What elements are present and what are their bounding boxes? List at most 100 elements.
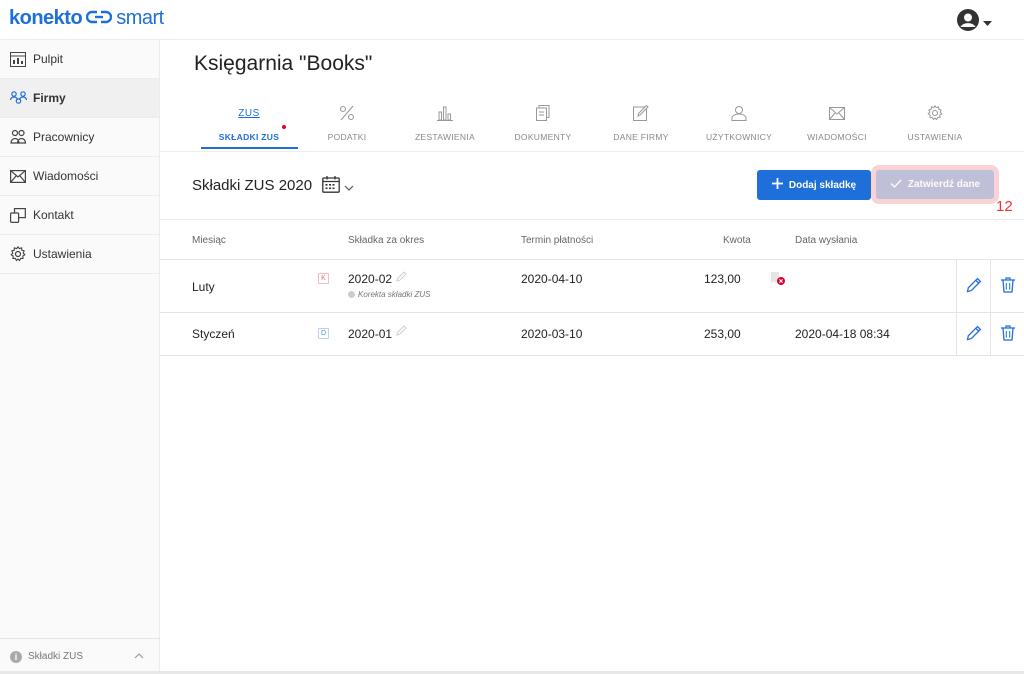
sidebar: Pulpit Firmy Pracownicy Wiadomości Konta… bbox=[0, 40, 160, 674]
check-icon bbox=[890, 179, 902, 191]
cell-month: Styczeń bbox=[192, 327, 235, 341]
sidebar-item-firmy[interactable]: Firmy bbox=[0, 79, 159, 118]
cell-sent: 2020-04-18 08:34 bbox=[795, 327, 890, 341]
chevron-down-icon bbox=[344, 178, 354, 196]
caret-down-icon bbox=[983, 14, 992, 32]
correction-note: Korekta składki ZUS bbox=[348, 290, 430, 299]
notification-dot bbox=[282, 125, 286, 129]
tab-label: PODATKI bbox=[327, 132, 367, 142]
cell-due: 2020-03-10 bbox=[521, 327, 583, 341]
mail-icon bbox=[788, 103, 886, 123]
column-header-sent[interactable]: Data wysłania bbox=[795, 235, 857, 246]
tab-dane-firmy[interactable]: DANE FIRMY bbox=[592, 100, 690, 151]
edit-row-button[interactable] bbox=[956, 260, 990, 312]
sidebar-item-label: Firmy bbox=[33, 91, 66, 105]
tab-label: SKŁADKI ZUS bbox=[218, 132, 280, 142]
user-menu[interactable] bbox=[956, 8, 992, 37]
user-icon bbox=[690, 103, 788, 123]
note-text: Korekta składki ZUS bbox=[358, 290, 431, 299]
tab-wiadomosci[interactable]: WIADOMOŚCI bbox=[788, 100, 886, 151]
edit-row-button[interactable] bbox=[956, 313, 990, 355]
confirm-data-button[interactable]: Zatwierdź dane bbox=[876, 170, 994, 199]
sidebar-footer[interactable]: i Składki ZUS bbox=[0, 638, 160, 674]
page-title: Księgarnia "Books" bbox=[194, 52, 373, 75]
cell-amount: 253,00 bbox=[704, 327, 741, 341]
percent-icon bbox=[298, 103, 396, 123]
tab-label: DOKUMENTY bbox=[514, 132, 572, 142]
not-sent-icon bbox=[770, 271, 788, 290]
info-icon: i bbox=[10, 650, 22, 663]
edit-icon bbox=[592, 103, 690, 123]
plus-icon bbox=[771, 178, 783, 192]
sidebar-item-label: Pulpit bbox=[33, 52, 64, 66]
sidebar-item-label: Wiadomości bbox=[33, 169, 99, 183]
column-header-month[interactable]: Miesiąc bbox=[192, 235, 226, 246]
pencil-icon bbox=[966, 277, 982, 296]
pencil-icon[interactable] bbox=[396, 271, 407, 285]
sidebar-item-ustawienia[interactable]: Ustawienia bbox=[0, 235, 159, 274]
table-row[interactable]: Styczeń D 2020-01 2020-03-10 253,00 2020… bbox=[160, 313, 1024, 356]
calendar-icon bbox=[322, 176, 340, 198]
tab-bar: ZUS SKŁADKI ZUS PODATKI ZESTAWIENIA DOKU… bbox=[200, 100, 984, 151]
sidebar-item-label: Pracownicy bbox=[33, 130, 95, 144]
tab-uzytkownicy[interactable]: UŻYTKOWNICY bbox=[690, 100, 788, 151]
gear-icon bbox=[9, 245, 27, 263]
gear-icon bbox=[886, 103, 984, 123]
trash-icon bbox=[1000, 324, 1015, 344]
sidebar-item-wiadomosci[interactable]: Wiadomości bbox=[0, 157, 159, 196]
column-header-period[interactable]: Składka za okres bbox=[348, 235, 424, 246]
cell-due: 2020-04-10 bbox=[521, 272, 583, 286]
column-header-due[interactable]: Termin płatności bbox=[521, 235, 593, 246]
note-icon bbox=[348, 291, 355, 298]
row-actions bbox=[956, 260, 1024, 312]
delete-row-button[interactable] bbox=[990, 260, 1024, 312]
logo[interactable]: konekto smart bbox=[9, 7, 164, 30]
cell-amount: 123,00 bbox=[704, 272, 741, 286]
tab-dokumenty[interactable]: DOKUMENTY bbox=[494, 100, 592, 151]
pencil-icon[interactable] bbox=[396, 325, 407, 339]
avatar-icon bbox=[956, 8, 980, 37]
zus-icon: ZUS bbox=[238, 107, 260, 119]
confirm-button-highlight: Zatwierdź dane bbox=[871, 165, 999, 204]
tab-label: USTAWIENIA bbox=[907, 132, 963, 142]
add-contribution-button[interactable]: Dodaj składkę bbox=[757, 170, 871, 200]
row-actions bbox=[956, 313, 1024, 355]
annotation-number: 12 bbox=[996, 198, 1013, 215]
tab-ustawienia[interactable]: USTAWIENIA bbox=[886, 100, 984, 151]
table-row[interactable]: Luty K 2020-02 Korekta składki ZUS 2020-… bbox=[160, 260, 1024, 313]
trash-icon bbox=[1000, 276, 1015, 296]
contributions-table: Miesiąc Składka za okres Termin płatnośc… bbox=[160, 219, 1024, 356]
logo-mark-icon bbox=[86, 7, 113, 30]
employees-icon bbox=[9, 128, 27, 146]
chevron-up-icon bbox=[134, 651, 144, 662]
year-picker[interactable] bbox=[322, 176, 354, 198]
confirm-button-label: Zatwierdź dane bbox=[907, 179, 981, 190]
sidebar-item-pracownicy[interactable]: Pracownicy bbox=[0, 118, 159, 157]
sidebar-item-label: Ustawienia bbox=[33, 247, 92, 261]
tab-label: DANE FIRMY bbox=[613, 132, 669, 142]
tabs-divider bbox=[160, 151, 1024, 152]
dashboard-icon bbox=[9, 50, 27, 68]
cell-month: Luty bbox=[192, 280, 215, 294]
logo-sub-text: smart bbox=[116, 7, 164, 29]
tab-label: ZESTAWIENIA bbox=[415, 132, 475, 142]
table-header: Miesiąc Składka za okres Termin płatnośc… bbox=[160, 219, 1024, 260]
bar-chart-icon bbox=[396, 103, 494, 123]
tab-label: UŻYTKOWNICY bbox=[705, 132, 773, 142]
contact-icon bbox=[9, 206, 27, 224]
tab-label: WIADOMOŚCI bbox=[807, 132, 867, 142]
document-icon bbox=[494, 103, 592, 123]
tab-zestawienia[interactable]: ZESTAWIENIA bbox=[396, 100, 494, 151]
tab-podatki[interactable]: PODATKI bbox=[298, 100, 396, 151]
top-bar: konekto smart bbox=[0, 0, 1024, 40]
column-header-amount[interactable]: Kwota bbox=[723, 235, 751, 246]
sidebar-item-pulpit[interactable]: Pulpit bbox=[0, 40, 159, 79]
pencil-icon bbox=[966, 325, 982, 344]
section-title: Składki ZUS 2020 bbox=[192, 177, 313, 194]
tab-skladki-zus[interactable]: ZUS SKŁADKI ZUS bbox=[200, 100, 298, 151]
correction-tag: K bbox=[318, 273, 329, 284]
main-content: Księgarnia "Books" ZUS SKŁADKI ZUS PODAT… bbox=[160, 40, 1024, 674]
sidebar-item-kontakt[interactable]: Kontakt bbox=[0, 196, 159, 235]
sidebar-item-label: Kontakt bbox=[33, 208, 74, 222]
delete-row-button[interactable] bbox=[990, 313, 1024, 355]
